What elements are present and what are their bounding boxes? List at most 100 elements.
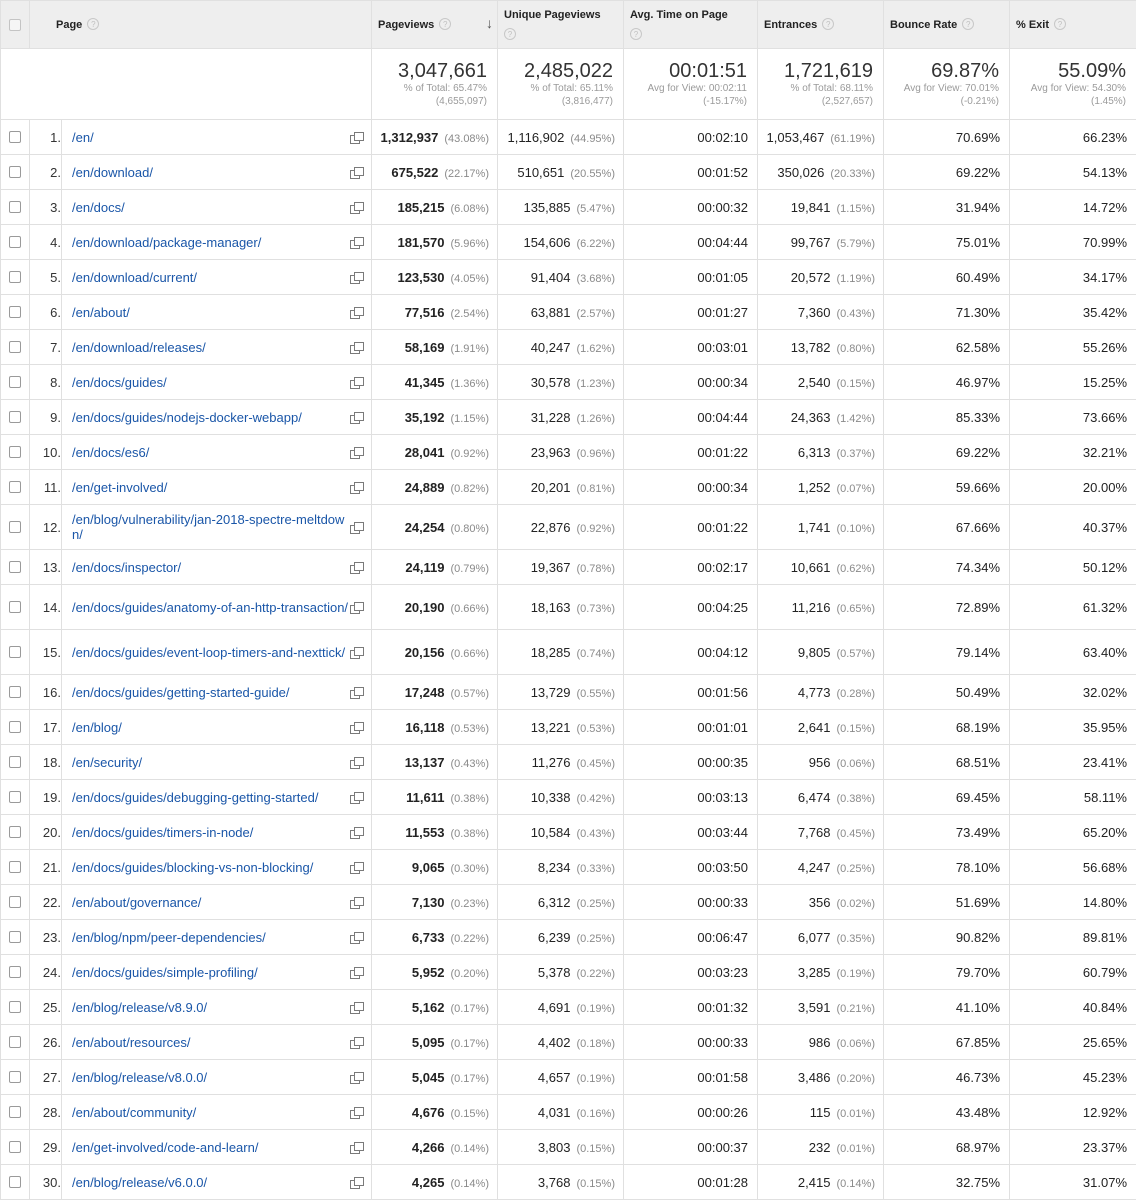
page-link[interactable]: /en/about/resources/: [72, 1035, 191, 1050]
open-in-new-window-icon[interactable]: [350, 411, 364, 424]
row-checkbox[interactable]: [9, 445, 21, 458]
open-in-new-window-icon[interactable]: [350, 1071, 364, 1084]
page-link[interactable]: /en/docs/: [72, 200, 125, 215]
open-in-new-window-icon[interactable]: [350, 931, 364, 944]
open-in-new-window-icon[interactable]: [350, 376, 364, 389]
open-in-new-window-icon[interactable]: [350, 166, 364, 179]
row-checkbox[interactable]: [9, 200, 21, 213]
row-checkbox[interactable]: [9, 600, 21, 613]
open-in-new-window-icon[interactable]: [350, 341, 364, 354]
column-header-avg-time[interactable]: Avg. Time on Page?: [623, 0, 758, 49]
page-link[interactable]: /en/about/community/: [72, 1105, 196, 1120]
row-checkbox[interactable]: [9, 130, 21, 143]
row-checkbox[interactable]: [9, 895, 21, 908]
row-checkbox[interactable]: [9, 720, 21, 733]
column-header-pageviews[interactable]: Pageviews? ↓: [371, 0, 498, 49]
row-checkbox[interactable]: [9, 790, 21, 803]
open-in-new-window-icon[interactable]: [350, 1106, 364, 1119]
open-in-new-window-icon[interactable]: [350, 446, 364, 459]
page-link[interactable]: /en/security/: [72, 755, 142, 770]
column-header-bounce-rate[interactable]: Bounce Rate?: [883, 0, 1010, 49]
page-link[interactable]: /en/download/: [72, 165, 153, 180]
help-icon[interactable]: ?: [630, 28, 642, 40]
row-checkbox[interactable]: [9, 755, 21, 768]
row-checkbox[interactable]: [9, 375, 21, 388]
help-icon[interactable]: ?: [822, 18, 835, 30]
open-in-new-window-icon[interactable]: [350, 481, 364, 494]
row-checkbox[interactable]: [9, 1035, 21, 1048]
row-checkbox[interactable]: [9, 480, 21, 493]
row-checkbox[interactable]: [9, 305, 21, 318]
page-link[interactable]: /en/docs/guides/getting-started-guide/: [72, 685, 290, 700]
open-in-new-window-icon[interactable]: [350, 861, 364, 874]
row-checkbox[interactable]: [9, 860, 21, 873]
page-link[interactable]: /en/about/governance/: [72, 895, 201, 910]
open-in-new-window-icon[interactable]: [350, 561, 364, 574]
open-in-new-window-icon[interactable]: [350, 721, 364, 734]
column-header-exit[interactable]: % Exit?: [1009, 0, 1136, 49]
row-checkbox[interactable]: [9, 685, 21, 698]
page-link[interactable]: /en/docs/guides/debugging-getting-starte…: [72, 790, 318, 805]
row-checkbox[interactable]: [9, 410, 21, 423]
row-checkbox[interactable]: [9, 1140, 21, 1153]
page-link[interactable]: /en/blog/: [72, 720, 122, 735]
row-checkbox[interactable]: [9, 1175, 21, 1188]
open-in-new-window-icon[interactable]: [350, 1036, 364, 1049]
row-checkbox[interactable]: [9, 165, 21, 178]
help-icon[interactable]: ?: [504, 28, 516, 40]
page-link[interactable]: /en/download/current/: [72, 270, 197, 285]
page-link[interactable]: /en/blog/release/v8.9.0/: [72, 1000, 207, 1015]
open-in-new-window-icon[interactable]: [350, 896, 364, 909]
sort-descending-icon[interactable]: ↓: [486, 15, 493, 31]
row-checkbox[interactable]: [9, 930, 21, 943]
page-link[interactable]: /en/docs/es6/: [72, 445, 149, 460]
page-link[interactable]: /en/: [72, 130, 94, 145]
page-link[interactable]: /en/docs/guides/anatomy-of-an-http-trans…: [72, 600, 348, 615]
row-checkbox[interactable]: [9, 1105, 21, 1118]
page-link[interactable]: /en/docs/inspector/: [72, 560, 181, 575]
open-in-new-window-icon[interactable]: [350, 756, 364, 769]
page-link[interactable]: /en/download/package-manager/: [72, 235, 261, 250]
page-link[interactable]: /en/get-involved/: [72, 480, 167, 495]
open-in-new-window-icon[interactable]: [350, 686, 364, 699]
open-in-new-window-icon[interactable]: [350, 271, 364, 284]
row-checkbox[interactable]: [9, 270, 21, 283]
page-link[interactable]: /en/get-involved/code-and-learn/: [72, 1140, 258, 1155]
column-header-page[interactable]: Page?: [29, 0, 372, 49]
page-link[interactable]: /en/docs/guides/simple-profiling/: [72, 965, 258, 980]
select-all-checkbox[interactable]: [9, 18, 21, 31]
open-in-new-window-icon[interactable]: [350, 1176, 364, 1189]
row-checkbox[interactable]: [9, 645, 21, 658]
page-link[interactable]: /en/blog/vulnerability/jan-2018-spectre-…: [72, 512, 350, 542]
page-link[interactable]: /en/docs/guides/nodejs-docker-webapp/: [72, 410, 302, 425]
page-link[interactable]: /en/blog/npm/peer-dependencies/: [72, 930, 266, 945]
open-in-new-window-icon[interactable]: [350, 201, 364, 214]
help-icon[interactable]: ?: [962, 18, 975, 30]
open-in-new-window-icon[interactable]: [350, 966, 364, 979]
column-header-unique-pageviews[interactable]: Unique Pageviews?: [497, 0, 624, 49]
open-in-new-window-icon[interactable]: [350, 521, 364, 534]
page-link[interactable]: /en/blog/release/v8.0.0/: [72, 1070, 207, 1085]
page-link[interactable]: /en/docs/guides/: [72, 375, 167, 390]
row-checkbox[interactable]: [9, 340, 21, 353]
open-in-new-window-icon[interactable]: [350, 1001, 364, 1014]
page-link[interactable]: /en/download/releases/: [72, 340, 206, 355]
column-header-entrances[interactable]: Entrances?: [757, 0, 884, 49]
row-checkbox[interactable]: [9, 965, 21, 978]
page-link[interactable]: /en/docs/guides/event-loop-timers-and-ne…: [72, 645, 345, 660]
open-in-new-window-icon[interactable]: [350, 236, 364, 249]
row-checkbox[interactable]: [9, 235, 21, 248]
row-checkbox[interactable]: [9, 520, 21, 533]
help-icon[interactable]: ?: [439, 18, 452, 30]
open-in-new-window-icon[interactable]: [350, 646, 364, 659]
page-link[interactable]: /en/blog/release/v6.0.0/: [72, 1175, 207, 1190]
help-icon[interactable]: ?: [87, 18, 100, 30]
page-link[interactable]: /en/docs/guides/blocking-vs-non-blocking…: [72, 860, 313, 875]
open-in-new-window-icon[interactable]: [350, 131, 364, 144]
open-in-new-window-icon[interactable]: [350, 306, 364, 319]
help-icon[interactable]: ?: [1054, 18, 1067, 30]
row-checkbox[interactable]: [9, 1000, 21, 1013]
open-in-new-window-icon[interactable]: [350, 826, 364, 839]
open-in-new-window-icon[interactable]: [350, 791, 364, 804]
page-link[interactable]: /en/about/: [72, 305, 130, 320]
